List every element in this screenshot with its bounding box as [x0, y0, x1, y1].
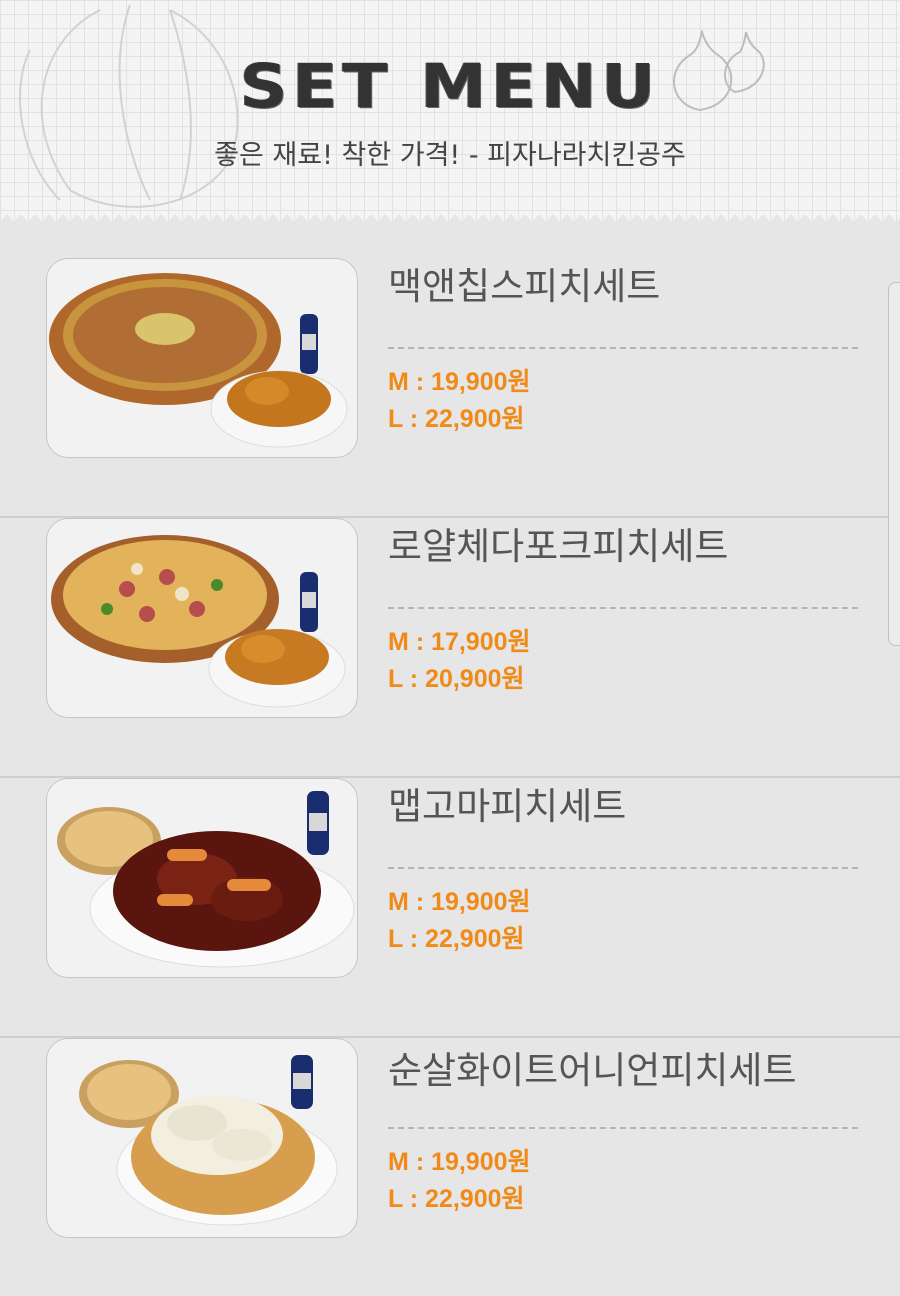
item-photo[interactable]: [46, 778, 358, 978]
price-medium: M : 19,900원: [388, 1148, 531, 1176]
item-photo[interactable]: [46, 258, 358, 458]
divider: [388, 607, 858, 609]
item-photo[interactable]: [46, 518, 358, 718]
divider: [388, 1127, 858, 1129]
header-banner: SET MENU 좋은 재료! 착한 가격! - 피자나라치킨공주: [0, 0, 900, 225]
price-large: L : 22,900원: [388, 925, 525, 953]
price-large: L : 22,900원: [388, 405, 525, 433]
menu-item[interactable]: 맵고마피치세트 M : 19,900원 L : 22,900원: [0, 778, 900, 1038]
item-name: 로얄체다포크피치세트: [388, 525, 729, 568]
scrollbar[interactable]: [888, 282, 900, 646]
item-name: 순살화이트어니언피치세트: [388, 1049, 797, 1092]
divider: [388, 867, 858, 869]
menu-item[interactable]: 순살화이트어니언피치세트 M : 19,900원 L : 22,900원: [0, 1038, 900, 1296]
page-subtitle: 좋은 재료! 착한 가격! - 피자나라치킨공주: [214, 140, 686, 171]
price-medium: M : 19,900원: [388, 888, 531, 916]
price-medium: M : 17,900원: [388, 628, 531, 656]
item-photo[interactable]: [46, 1038, 358, 1238]
page-title: SET MENU: [239, 51, 661, 122]
price-large: L : 20,900원: [388, 665, 525, 693]
menu-item[interactable]: 로얄체다포크피치세트 M : 17,900원 L : 20,900원: [0, 518, 900, 778]
menu-item[interactable]: 맥앤칩스피치세트 M : 19,900원 L : 22,900원: [0, 258, 900, 518]
divider: [388, 347, 858, 349]
price-medium: M : 19,900원: [388, 368, 531, 396]
price-large: L : 22,900원: [388, 1185, 525, 1213]
item-name: 맥앤칩스피치세트: [388, 265, 661, 308]
header-zigzag-edge: [0, 214, 900, 234]
item-name: 맵고마피치세트: [388, 785, 627, 828]
